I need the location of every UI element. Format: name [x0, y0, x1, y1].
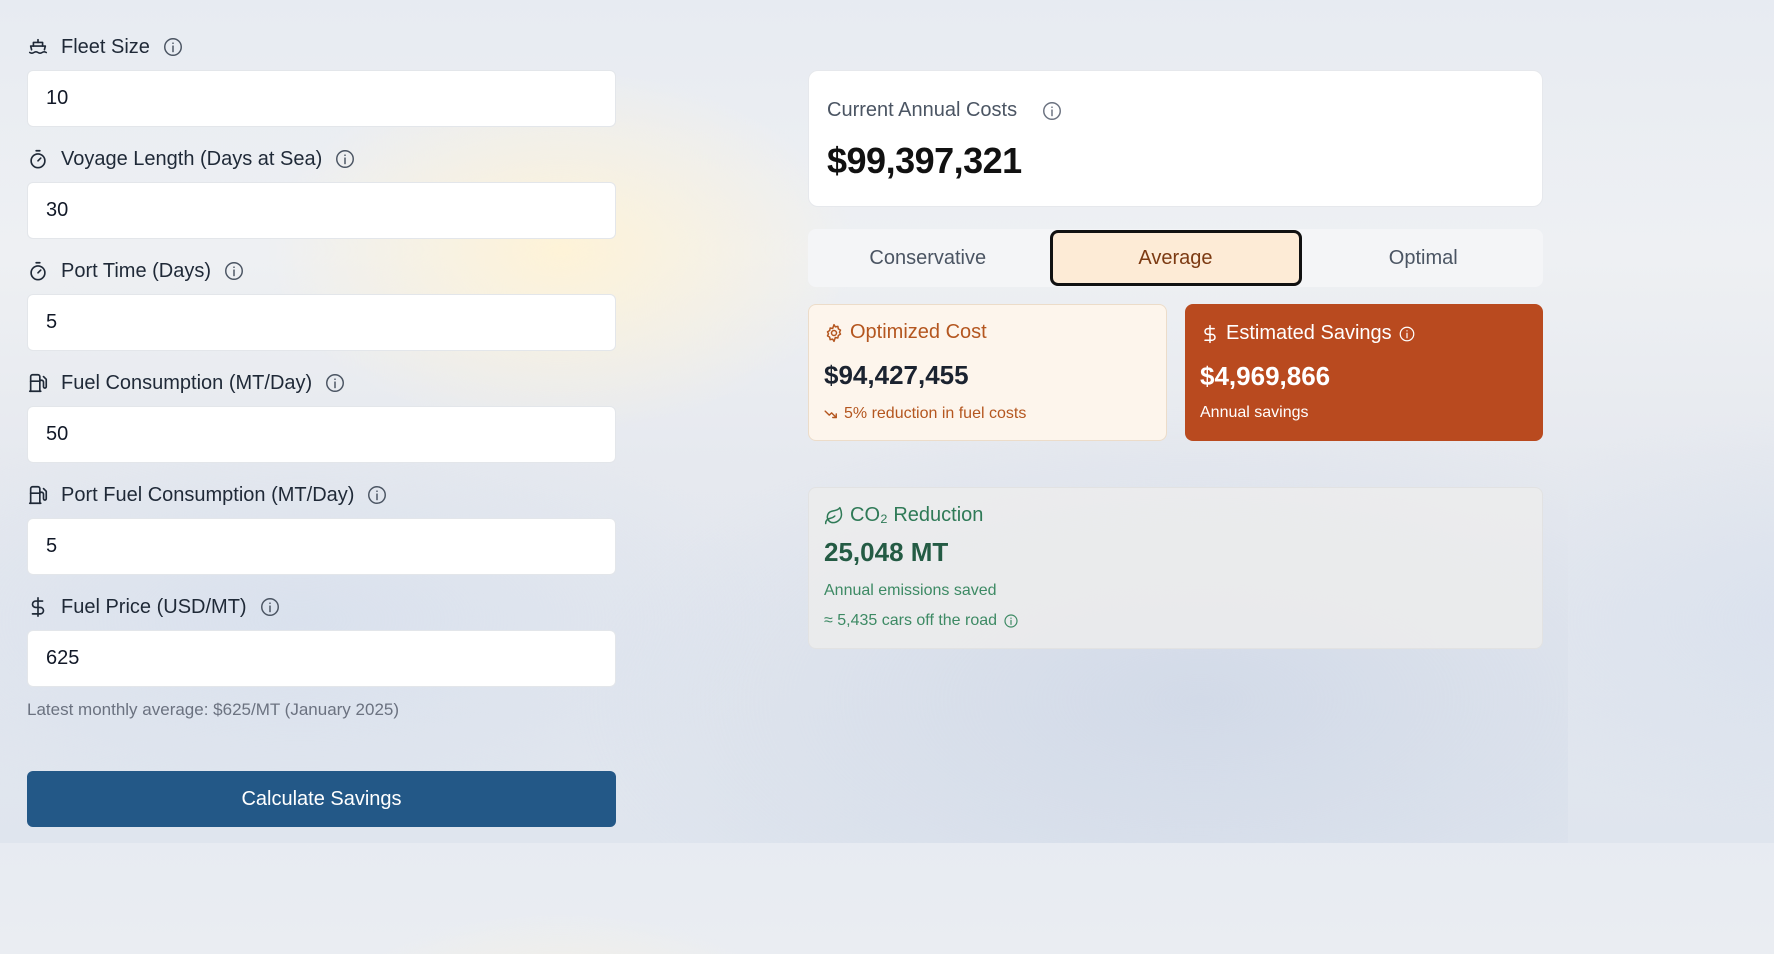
- voyage-length-label: Voyage Length (Days at Sea): [61, 147, 323, 170]
- calculate-savings-button[interactable]: Calculate Savings: [27, 771, 616, 827]
- info-icon[interactable]: [366, 484, 388, 506]
- estimated-savings-card: Estimated Savings $4,969,866 Annual savi…: [1185, 304, 1543, 441]
- co2-cars-text: ≈ 5,435 cars off the road: [824, 612, 998, 629]
- info-icon[interactable]: [1003, 613, 1019, 629]
- timer-icon: [27, 148, 49, 170]
- field-label-row: Voyage Length (Days at Sea): [27, 144, 616, 174]
- fuel-price-input[interactable]: 625: [27, 630, 616, 687]
- fleet-size-input[interactable]: 10: [27, 70, 616, 127]
- info-icon[interactable]: [162, 36, 184, 58]
- co2-reduction-title: CO₂ Reduction: [850, 504, 984, 526]
- voyage-length-input[interactable]: 30: [27, 182, 616, 239]
- port-time-input[interactable]: 5: [27, 294, 616, 351]
- info-icon[interactable]: [1398, 325, 1416, 343]
- fleet-size-label: Fleet Size: [61, 35, 150, 58]
- field-label-row: Fleet Size: [27, 32, 616, 62]
- fuel-pump-icon: [27, 484, 49, 506]
- co2-cars-equivalent: ≈ 5,435 cars off the road: [824, 612, 1527, 630]
- tab-average[interactable]: Average: [1049, 230, 1302, 286]
- fleet-size-field: Fleet Size 10: [27, 32, 616, 127]
- fuel-consumption-field: Fuel Consumption (MT/Day) 50: [27, 368, 616, 463]
- co2-reduction-card: CO₂ Reduction 25,048 MT Annual emissions…: [808, 487, 1543, 649]
- gear-icon: [824, 323, 844, 343]
- ship-icon: [27, 36, 49, 58]
- fuel-pump-icon: [27, 372, 49, 394]
- optimized-cost-value: $94,427,455: [824, 360, 969, 390]
- co2-reduction-header: CO₂ Reduction: [824, 504, 1527, 527]
- dollar-icon: [27, 596, 49, 618]
- field-label-row: Fuel Consumption (MT/Day): [27, 368, 616, 398]
- co2-reduction-note: Annual emissions saved: [824, 582, 997, 599]
- optimized-cost-note-text: 5% reduction in fuel costs: [844, 405, 1027, 422]
- tab-conservative[interactable]: Conservative: [808, 229, 1048, 287]
- fuel-consumption-input[interactable]: 50: [27, 406, 616, 463]
- current-costs-value: $99,397,321: [827, 140, 1022, 181]
- info-icon[interactable]: [1041, 100, 1063, 122]
- fuel-price-label: Fuel Price (USD/MT): [61, 595, 247, 618]
- fuel-price-field: Fuel Price (USD/MT) 625: [27, 592, 616, 687]
- dollar-icon: [1200, 324, 1220, 344]
- estimated-savings-value: $4,969,866: [1200, 361, 1331, 391]
- trending-down-icon: [824, 407, 838, 421]
- info-icon[interactable]: [259, 596, 281, 618]
- fuel-consumption-label: Fuel Consumption (MT/Day): [61, 371, 313, 394]
- scenario-tabs: Conservative Average Optimal: [808, 229, 1543, 287]
- optimized-cost-note: 5% reduction in fuel costs: [824, 405, 1151, 423]
- co2-reduction-value: 25,048 MT: [824, 537, 949, 567]
- port-fuel-consumption-field: Port Fuel Consumption (MT/Day) 5: [27, 480, 616, 575]
- estimated-savings-note: Annual savings: [1200, 404, 1309, 421]
- current-costs-header: Current Annual Costs: [827, 99, 1524, 122]
- port-fuel-consumption-input[interactable]: 5: [27, 518, 616, 575]
- port-time-field: Port Time (Days) 5: [27, 256, 616, 351]
- optimized-cost-card: Optimized Cost $94,427,455 5% reduction …: [808, 304, 1167, 441]
- current-costs-title: Current Annual Costs: [827, 99, 1018, 121]
- field-label-row: Port Fuel Consumption (MT/Day): [27, 480, 616, 510]
- estimated-savings-header: Estimated Savings: [1200, 322, 1528, 345]
- port-time-label: Port Time (Days): [61, 259, 212, 282]
- field-label-row: Port Time (Days): [27, 256, 616, 286]
- current-costs-card: Current Annual Costs $99,397,321: [808, 70, 1543, 207]
- port-fuel-consumption-label: Port Fuel Consumption (MT/Day): [61, 483, 355, 506]
- optimized-cost-header: Optimized Cost: [824, 321, 1151, 344]
- field-label-row: Fuel Price (USD/MT): [27, 592, 616, 622]
- tab-optimal[interactable]: Optimal: [1304, 229, 1544, 287]
- calculator-form: Fleet Size 10 Voyage Length (Days at Sea…: [27, 32, 616, 720]
- info-icon[interactable]: [334, 148, 356, 170]
- voyage-length-field: Voyage Length (Days at Sea) 30: [27, 144, 616, 239]
- info-icon[interactable]: [324, 372, 346, 394]
- info-icon[interactable]: [223, 260, 245, 282]
- optimized-cost-title: Optimized Cost: [850, 321, 987, 343]
- leaf-icon: [824, 506, 844, 526]
- estimated-savings-title: Estimated Savings: [1226, 322, 1392, 344]
- timer-icon: [27, 260, 49, 282]
- fuel-price-hint: Latest monthly average: $625/MT (January…: [27, 700, 400, 719]
